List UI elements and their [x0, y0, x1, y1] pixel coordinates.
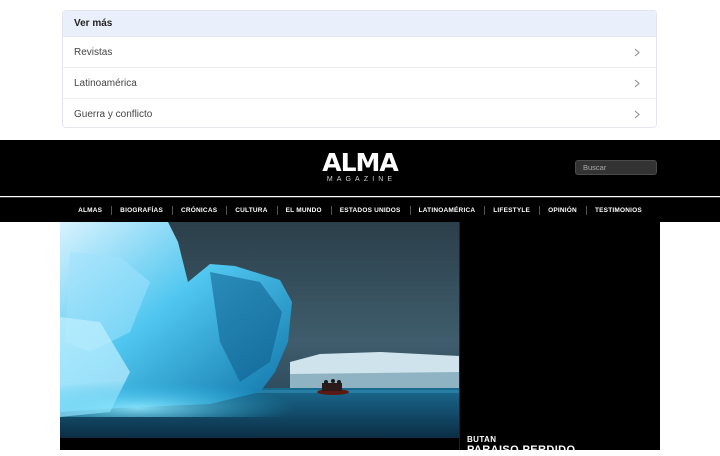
- feature-headline[interactable]: PARAISO PERDIDO: [467, 444, 575, 456]
- nav-item-cultura[interactable]: CULTURA: [226, 205, 276, 215]
- ver-mas-item-label: Revistas: [74, 46, 113, 58]
- nav-item-lifestyle[interactable]: LIFESTYLE: [484, 205, 539, 215]
- nav-item-testimonios[interactable]: TESTIMONIOS: [585, 205, 651, 215]
- search-input[interactable]: [575, 160, 657, 175]
- nav-item-biografias[interactable]: BIOGRAFÍAS: [111, 205, 172, 215]
- iceberg-illustration: [60, 222, 459, 438]
- hero-image[interactable]: [60, 222, 459, 438]
- site-header: ALMA MAGAZINE: [0, 140, 720, 196]
- site-logo[interactable]: ALMA MAGAZINE: [319, 150, 401, 186]
- ver-mas-item-revistas[interactable]: Revistas: [63, 37, 656, 68]
- chevron-right-icon: [632, 78, 642, 88]
- nav-item-cronicas[interactable]: CRÓNICAS: [171, 205, 226, 215]
- chevron-right-icon: [632, 109, 642, 119]
- ver-mas-card: Ver más Revistas Latinoamérica Guerra y …: [62, 10, 657, 128]
- nav-item-almas[interactable]: ALMAS: [69, 207, 111, 214]
- nav-item-estados-unidos[interactable]: ESTADOS UNIDOS: [330, 205, 410, 215]
- ver-mas-item-guerra[interactable]: Guerra y conflicto: [63, 99, 656, 127]
- nav-item-opinion[interactable]: OPINIÓN: [539, 205, 586, 215]
- ver-mas-item-label: Latinoamérica: [74, 77, 137, 89]
- logo-wordmark: ALMA: [322, 148, 399, 177]
- nav-item-el-mundo[interactable]: EL MUNDO: [276, 205, 331, 215]
- hero-caption-bar: [60, 438, 459, 450]
- feature-panel[interactable]: [459, 222, 660, 450]
- chevron-right-icon: [632, 47, 642, 57]
- ver-mas-item-label: Guerra y conflicto: [74, 108, 153, 120]
- logo-subtitle: MAGAZINE: [326, 176, 397, 183]
- ver-mas-item-latinoamerica[interactable]: Latinoamérica: [63, 68, 656, 99]
- divider: [459, 222, 460, 450]
- nav-item-latinoamerica[interactable]: LATINOAMÉRICA: [409, 205, 485, 215]
- ver-mas-title: Ver más: [63, 11, 656, 37]
- feature-kicker: BUTAN: [467, 435, 497, 444]
- main-nav: ALMAS BIOGRAFÍAS CRÓNICAS CULTURA EL MUN…: [0, 197, 720, 222]
